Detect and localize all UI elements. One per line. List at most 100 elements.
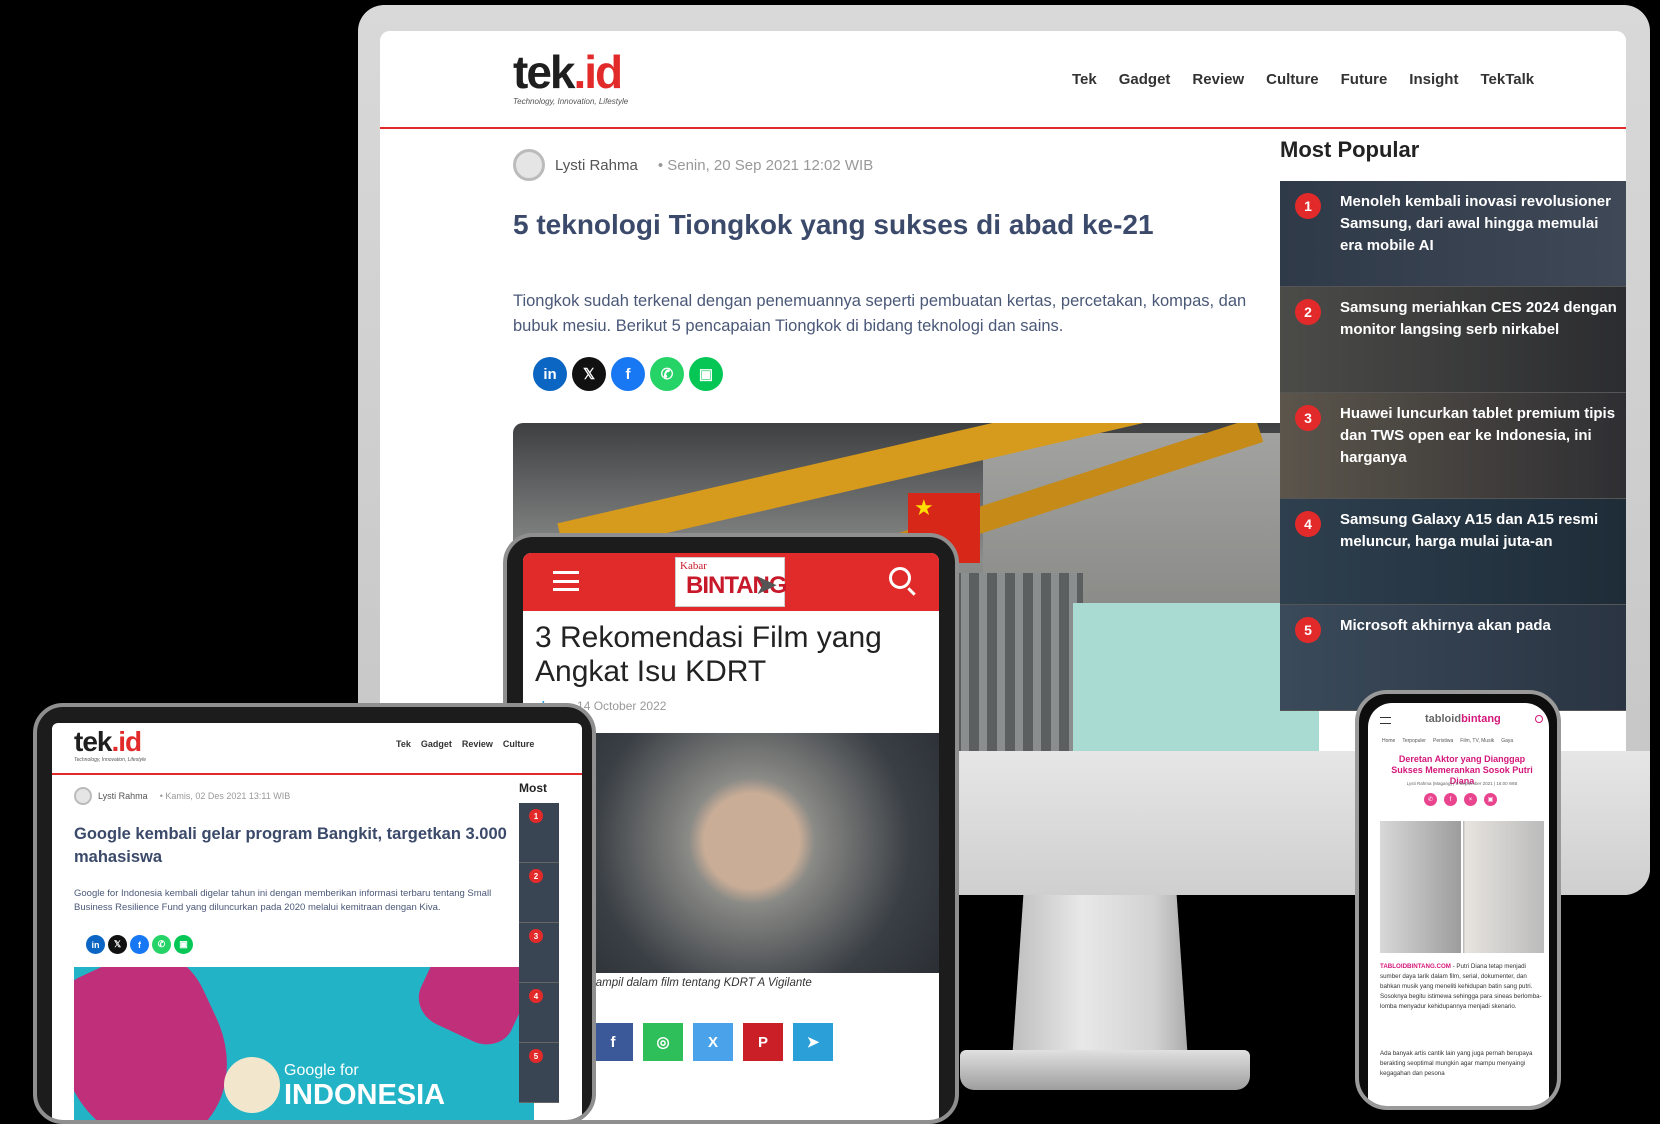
- share-buttons: in 𝕏 f ✆ ▣: [533, 357, 723, 391]
- whatsapp-icon[interactable]: ✆: [152, 935, 171, 954]
- x-icon[interactable]: 𝕏: [572, 357, 606, 391]
- linkedin-icon[interactable]: in: [86, 935, 105, 954]
- rank-badge: 2: [529, 869, 543, 883]
- article-meta: Lysti Rahma • Kamis, 02 Des 2021 13:11 W…: [74, 787, 290, 805]
- site-header: Kabar BINTANG ➤: [523, 553, 939, 611]
- device-mockup-stage: tek.id Technology, Innovation, Lifestyle…: [0, 0, 1660, 1124]
- kabar-bintang-logo[interactable]: Kabar BINTANG ➤: [675, 557, 788, 607]
- nav-item-gadget[interactable]: Gadget: [1119, 71, 1171, 88]
- nav-item-tek[interactable]: Tek: [396, 739, 411, 749]
- tablet-screen: tek.id Technology, Innovation, Lifestyle…: [52, 723, 582, 1120]
- popular-item-title: Huawei luncurkan tablet premium tipis da…: [1340, 405, 1616, 466]
- article-body: TABLOIDBINTANG.COM - Putri Diana tetap m…: [1380, 963, 1542, 1010]
- tekid-logo[interactable]: tek.id: [74, 727, 142, 757]
- tekid-logo[interactable]: tek.id Technology, Innovation, Lifestyle: [513, 49, 628, 106]
- nav-item-culture[interactable]: Culture: [503, 739, 535, 749]
- rank-badge: 3: [1295, 405, 1321, 431]
- search-icon[interactable]: [889, 567, 911, 589]
- logo-tagline: Technology, Innovation, Lifestyle: [74, 757, 146, 763]
- line-icon[interactable]: ▣: [174, 935, 193, 954]
- article-meta: Lysti Rahma • Senin, 20 Sep 2021 12:02 W…: [513, 149, 873, 181]
- publish-date: • Senin, 20 Sep 2021 12:02 WIB: [657, 156, 874, 174]
- popular-item[interactable]: 4 Samsung Galaxy A15 dan A15 resmi melun…: [1280, 499, 1626, 605]
- popular-list: 1 2 3 4 5: [519, 803, 559, 1103]
- tabloid-bintang-logo[interactable]: tabloidbintang: [1425, 713, 1501, 725]
- author-avatar: [74, 787, 92, 805]
- tablet-tekid: tek.id Technology, Innovation, Lifestyle…: [33, 703, 596, 1124]
- facebook-icon[interactable]: f: [611, 357, 645, 391]
- search-icon[interactable]: [1535, 715, 1543, 723]
- logo-tagline: Technology, Innovation, Lifestyle: [513, 97, 629, 106]
- popular-item-title: Samsung Galaxy A15 dan A15 resmi meluncu…: [1340, 511, 1599, 550]
- line-icon[interactable]: ▣: [689, 357, 723, 391]
- x-icon[interactable]: X: [693, 1023, 733, 1061]
- logo-small-text: Kabar: [680, 560, 707, 572]
- popular-list: 1 Menoleh kembali inovasi revolusioner S…: [1280, 181, 1626, 711]
- author-name[interactable]: Lysti Rahma: [555, 157, 638, 174]
- star-icon: ➤: [754, 569, 778, 600]
- nav-item-gadget[interactable]: Gadget: [421, 739, 452, 749]
- telegram-icon[interactable]: ➤: [793, 1023, 833, 1061]
- article-title: 5 teknologi Tiongkok yang sukses di abad…: [513, 209, 1154, 240]
- hero-text-small: Google for: [284, 1062, 359, 1079]
- whatsapp-icon[interactable]: ✆: [650, 357, 684, 391]
- article-title: 3 Rekomendasi Film yang Angkat Isu KDRT: [535, 621, 882, 688]
- nav-item-home[interactable]: Home: [1382, 738, 1395, 744]
- publish-date: • Kamis, 02 Des 2021 13:11 WIB: [159, 791, 291, 801]
- rank-badge: 1: [529, 809, 543, 823]
- share-buttons: in 𝕏 f ✆ ▣: [86, 935, 193, 954]
- hero-text-big: INDONESIA: [284, 1079, 446, 1111]
- whatsapp-icon[interactable]: ◎: [643, 1023, 683, 1061]
- article-meta: Lysti Rahma (Magang) | 8 September 2021 …: [1406, 781, 1518, 786]
- nav-item-future[interactable]: Future: [1341, 71, 1388, 88]
- popular-item[interactable]: 5: [519, 1043, 559, 1103]
- article-photo: [1380, 821, 1544, 953]
- nav-item-tek[interactable]: Tek: [1072, 71, 1097, 88]
- popular-item-title: Microsoft akhirnya akan pada: [1340, 617, 1551, 634]
- share-buttons: ✆ f × ▣: [1424, 793, 1497, 806]
- popular-item[interactable]: 2 Samsung meriahkan CES 2024 dengan moni…: [1280, 287, 1626, 393]
- nav-item-review[interactable]: Review: [462, 739, 493, 749]
- site-header: tabloidbintang: [1368, 703, 1549, 733]
- nav-item-tektalk[interactable]: TekTalk: [1480, 71, 1534, 88]
- x-icon[interactable]: 𝕏: [108, 935, 127, 954]
- author-name[interactable]: Lysti Rahma: [98, 791, 148, 801]
- facebook-icon[interactable]: f: [593, 1023, 633, 1061]
- header-divider: [52, 773, 582, 775]
- nav-item-review[interactable]: Review: [1192, 71, 1244, 88]
- popular-item[interactable]: 3: [519, 923, 559, 983]
- popular-item[interactable]: 2: [519, 863, 559, 923]
- share-buttons: f ◎ X P ➤: [593, 1023, 833, 1061]
- popular-item[interactable]: 3 Huawei luncurkan tablet premium tipis …: [1280, 393, 1626, 499]
- rank-badge: 4: [1295, 511, 1321, 537]
- popular-item-title: Menoleh kembali inovasi revolusioner Sam…: [1340, 193, 1611, 254]
- phone-screen: tabloidbintang Home Terpopuler Peristiwa…: [1368, 703, 1549, 1106]
- popular-item[interactable]: 4: [519, 983, 559, 1043]
- logo-text: tek.id: [513, 46, 623, 98]
- article-title: Google kembali gelar program Bangkit, ta…: [74, 825, 507, 866]
- nav-item-insight[interactable]: Insight: [1409, 71, 1458, 88]
- popular-item-title: Samsung meriahkan CES 2024 dengan monito…: [1340, 299, 1617, 338]
- hamburger-menu-icon[interactable]: [553, 571, 579, 591]
- nav-item-peristiwa[interactable]: Peristiwa: [1433, 738, 1453, 744]
- nav-item-terpopuler[interactable]: Terpopuler: [1402, 738, 1426, 744]
- nav-item-film-tv-musik[interactable]: Film, TV, Musik: [1460, 738, 1494, 744]
- facebook-icon[interactable]: f: [130, 935, 149, 954]
- smartphone-tabloid-bintang: tabloidbintang Home Terpopuler Peristiwa…: [1355, 690, 1561, 1110]
- x-icon[interactable]: ×: [1464, 793, 1477, 806]
- rank-badge: 5: [529, 1049, 543, 1063]
- rank-badge: 4: [529, 989, 543, 1003]
- pinterest-icon[interactable]: P: [743, 1023, 783, 1061]
- popular-item[interactable]: 1: [519, 803, 559, 863]
- nav-item-culture[interactable]: Culture: [1266, 71, 1319, 88]
- main-nav: Tek Gadget Review Culture: [396, 739, 534, 749]
- line-icon[interactable]: ▣: [1484, 793, 1497, 806]
- hamburger-menu-icon[interactable]: [1380, 717, 1391, 724]
- article-lead: Tiongkok sudah terkenal dengan penemuann…: [513, 292, 1247, 335]
- whatsapp-icon[interactable]: ✆: [1424, 793, 1437, 806]
- photo-caption: e tampil dalam film tentang KDRT A Vigil…: [583, 977, 812, 989]
- popular-item[interactable]: 1 Menoleh kembali inovasi revolusioner S…: [1280, 181, 1626, 287]
- facebook-icon[interactable]: f: [1444, 793, 1457, 806]
- linkedin-icon[interactable]: in: [533, 357, 567, 391]
- nav-item-gaya[interactable]: Gaya: [1501, 738, 1513, 744]
